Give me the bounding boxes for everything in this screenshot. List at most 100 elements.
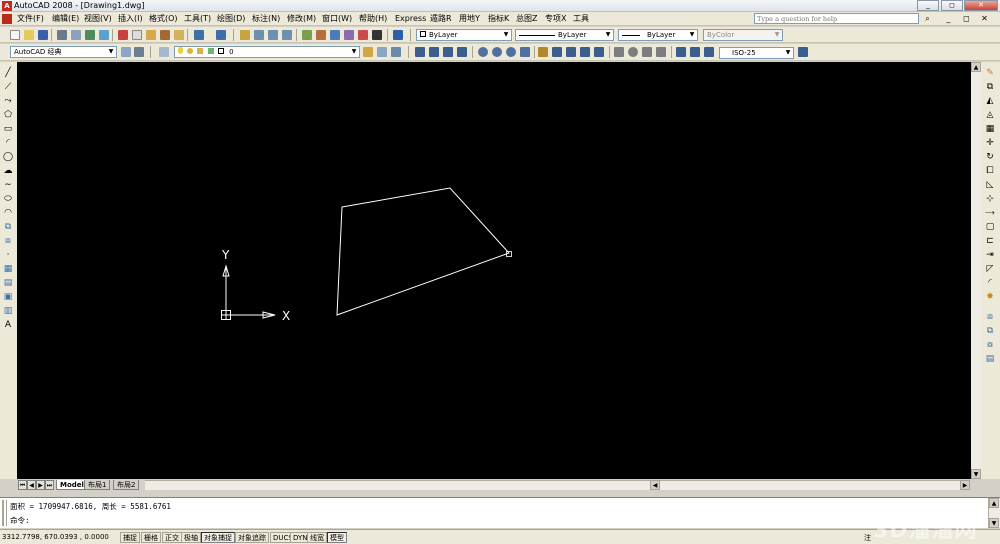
markup-icon[interactable]	[358, 30, 368, 40]
line-icon[interactable]: ╱	[3, 68, 13, 78]
arc-icon[interactable]: ◜	[3, 138, 13, 148]
layer-manager-icon[interactable]	[159, 47, 169, 57]
angular-dimension-icon[interactable]	[520, 47, 530, 57]
fillet-icon[interactable]: ◜	[985, 278, 995, 288]
menu-special[interactable]: 专项X	[545, 14, 566, 24]
save-icon[interactable]	[38, 30, 48, 40]
cut-icon[interactable]	[118, 30, 128, 40]
plot-preview-icon[interactable]	[71, 30, 81, 40]
point-icon[interactable]: ·	[3, 250, 13, 260]
jogged-dimension-icon[interactable]	[492, 47, 502, 57]
minimize-button[interactable]: _	[917, 0, 939, 11]
quick-dimension-icon[interactable]	[538, 47, 548, 57]
ortho-toggle[interactable]: 正交	[162, 532, 182, 543]
explode-icon[interactable]: ✸	[985, 292, 995, 302]
break-icon[interactable]: ⊏	[985, 236, 995, 246]
scroll-left-icon[interactable]: ◀	[650, 480, 660, 490]
dimension-space-icon[interactable]	[580, 47, 590, 57]
command-prompt[interactable]: 命令:	[10, 516, 30, 526]
3d-dwf-icon[interactable]	[99, 30, 109, 40]
tool-palettes-icon[interactable]	[330, 30, 340, 40]
chamfer-icon[interactable]: ◸	[985, 264, 995, 274]
revision-cloud-icon[interactable]: ☁	[3, 166, 13, 176]
snap-toggle[interactable]: 捕捉	[120, 532, 140, 543]
annotation-scale-label[interactable]: 注	[864, 533, 871, 543]
scroll-up-icon[interactable]: ▲	[989, 498, 999, 508]
menu-masterplan[interactable]: 总图Z	[516, 14, 537, 24]
draw-order-icon[interactable]: ⧈	[985, 312, 995, 322]
layer-states-icon[interactable]	[391, 47, 401, 57]
pan-icon[interactable]	[240, 30, 250, 40]
arc-length-icon[interactable]	[443, 47, 453, 57]
scroll-down-icon[interactable]: ▼	[971, 469, 981, 479]
menu-edit[interactable]: 编辑(E)	[52, 14, 79, 24]
polar-toggle[interactable]: 极轴	[181, 532, 201, 543]
first-tab-icon[interactable]: ⏮	[18, 480, 27, 490]
close-button[interactable]: ✕	[964, 0, 998, 11]
menu-dimension[interactable]: 标注(N)	[252, 14, 280, 24]
calculator-icon[interactable]	[372, 30, 382, 40]
menu-index[interactable]: 指标K	[488, 14, 509, 24]
block-editor-icon[interactable]	[174, 30, 184, 40]
copy-icon[interactable]	[132, 30, 142, 40]
plot-icon[interactable]	[57, 30, 67, 40]
scroll-down-icon[interactable]: ▼	[989, 518, 999, 528]
menu-modify[interactable]: 修改(M)	[287, 14, 316, 24]
table-icon[interactable]: ▥	[3, 306, 13, 316]
menu-landuse[interactable]: 用地Y	[459, 14, 480, 24]
dimension-break-icon[interactable]	[594, 47, 604, 57]
zoom-window-icon[interactable]	[268, 30, 278, 40]
zoom-realtime-icon[interactable]	[254, 30, 264, 40]
search-icon[interactable]: ⌕	[923, 14, 932, 23]
lineweight-select[interactable]: ByLayer ▼	[618, 29, 698, 41]
command-scrollbar[interactable]: ▲ ▼	[988, 498, 1000, 528]
doc-close-button[interactable]: ✕	[980, 14, 989, 23]
menu-view[interactable]: 视图(V)	[84, 14, 112, 24]
menu-window[interactable]: 窗口(W)	[322, 14, 352, 24]
region-icon[interactable]: ▣	[3, 292, 13, 302]
polygon-icon[interactable]: ⬠	[3, 110, 13, 120]
stretch-icon[interactable]: ◺	[985, 180, 995, 190]
plotstyle-select[interactable]: ByColor ▼	[703, 29, 783, 41]
spline-icon[interactable]: ∼	[3, 180, 13, 190]
new-icon[interactable]	[10, 30, 20, 40]
dimension-update-icon[interactable]	[704, 47, 714, 57]
erase-icon[interactable]: ✎	[985, 68, 995, 78]
menu-format[interactable]: 格式(O)	[149, 14, 178, 24]
document-icon[interactable]	[2, 14, 12, 24]
next-tab-icon[interactable]: ▶	[36, 480, 45, 490]
help-search-input[interactable]	[754, 13, 919, 24]
ordinate-dimension-icon[interactable]	[457, 47, 467, 57]
drawing-canvas[interactable]: X Y	[17, 62, 971, 479]
menu-tools[interactable]: 工具(T)	[184, 14, 211, 24]
model-toggle[interactable]: 模型	[327, 532, 347, 543]
lineweight-toggle[interactable]: 线宽	[307, 532, 327, 543]
workspace-save-icon[interactable]	[134, 47, 144, 57]
dimension-style-icon[interactable]	[798, 47, 808, 57]
grid-toggle[interactable]: 栅格	[141, 532, 161, 543]
continue-dimension-icon[interactable]	[566, 47, 576, 57]
redo-icon[interactable]	[216, 30, 226, 40]
dimension-text-edit-icon[interactable]	[690, 47, 700, 57]
gradient-icon[interactable]: ▤	[3, 278, 13, 288]
scroll-right-icon[interactable]: ▶	[960, 480, 970, 490]
tab-layout1[interactable]: 布局1	[84, 480, 111, 490]
extend-icon[interactable]: ⤏	[985, 208, 995, 218]
rectangle-icon[interactable]: ▭	[3, 124, 13, 134]
scale-icon[interactable]: ⧠	[985, 166, 995, 176]
tolerance-icon[interactable]	[614, 47, 624, 57]
baseline-dimension-icon[interactable]	[552, 47, 562, 57]
linear-dimension-icon[interactable]	[415, 47, 425, 57]
horizontal-scrollbar[interactable]: ◀ ▶	[145, 480, 970, 490]
menu-file[interactable]: 文件(F)	[17, 14, 44, 24]
offset-icon[interactable]: ◬	[985, 110, 995, 120]
menu-help[interactable]: 帮助(H)	[359, 14, 387, 24]
sheet-set-icon[interactable]	[344, 30, 354, 40]
circle-icon[interactable]: ◯	[3, 152, 13, 162]
make-current-layer-icon[interactable]	[363, 47, 373, 57]
workspace-select[interactable]: AutoCAD 经典 ▼	[10, 46, 117, 58]
open-icon[interactable]	[24, 30, 34, 40]
publish-icon[interactable]	[85, 30, 95, 40]
array-icon[interactable]: ▦	[985, 124, 995, 134]
break-at-point-icon[interactable]: ▢	[985, 222, 995, 232]
